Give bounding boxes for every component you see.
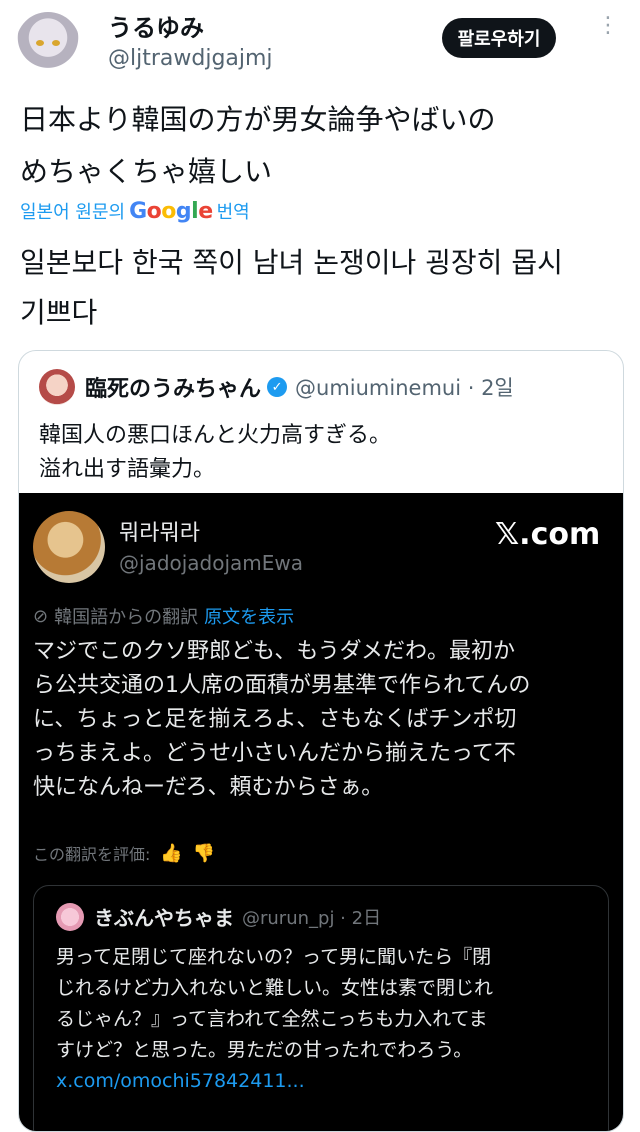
avatar-eye [36,40,44,46]
author-avatar[interactable] [16,12,80,76]
x-com-logo: 𝕏.com [495,517,601,552]
rate-translation: この翻訳を評価: 👍 👎 [33,841,215,865]
tweet-header: うるゆみ @ljtrawdjgajmj 팔로우하기 ⋮ [0,0,640,90]
embed-author-handle: @jadojadojamEwa [119,551,304,575]
translated-text: 일본보다 한국 쪽이 남녀 논쟁이나 굉장히 몹시 기쁘다 [20,238,620,338]
author-handle[interactable]: @ljtrawdjgajmj [108,46,273,71]
follow-button[interactable]: 팔로우하기 [442,18,556,58]
tweet-line: 日本より韓国の方が男女論争やばいの [20,103,496,136]
more-options-icon[interactable]: ⋮ [596,15,620,56]
embed-author-name[interactable]: 뭐라뭐라 [119,515,200,547]
embed-line: ら公共交通の1人席の面積が男基準で作られてんの [33,673,531,698]
embedded-post-card[interactable]: 뭐라뭐라 @jadojadojamEwa 𝕏.com ⊘ 韓国語からの翻訳 原文… [19,493,623,1131]
nested-line: 男って足閉じて座れないの？って男に聞いたら『閉 [56,946,492,968]
embed-line: に、ちょっと足を揃えろよ、さもなくばチンポ切 [33,707,517,732]
nested-post-text: 男って足閉じて座れないの？って男に聞いたら『閉 じれるけど力入れないと難しい。女… [56,942,592,1097]
embed-line: っちまえよ。どうせ小さいんだから揃えたって不 [33,741,516,766]
quoted-author-avatar[interactable] [39,369,75,405]
nested-quoted-post[interactable]: きぶんやちゃま @rurun_pj · 2日 男って足閉じて座れないの？って男に… [33,885,609,1131]
nested-post-header: きぶんやちゃま @rurun_pj · 2日 [56,902,381,931]
embed-post-text: マジでこのクソ野郎ども、もうダメだわ。最初か ら公共交通の1人席の面積が男基準で… [33,635,611,805]
quoted-author-meta: @umiuminemui · 2일 [295,376,514,400]
rate-label: この翻訳を評価: [33,845,151,864]
tweet-line: めちゃくちゃ嬉しい [20,155,273,188]
quoted-tweet-text: 韓国人の悪口ほんと火力高すぎる。 溢れ出す語彙力。 [39,419,599,487]
thumbs-up-icon[interactable]: 👍 [160,843,182,864]
embed-line: マジでこのクソ野郎ども、もうダメだわ。最初か [33,639,516,664]
translated-from-label: 韓国語からの翻訳 [54,607,199,628]
quoted-line: 溢れ出す語彙力。 [39,457,216,482]
translate-suffix: 번역 [216,202,250,223]
nested-line: すけど？と思った。男ただの甘ったれでわろう。 [56,1039,473,1061]
quoted-tweet[interactable]: 臨死のうみちゃん ✓ @umiuminemui · 2일 韓国人の悪口ほんと火力… [18,350,624,1132]
tweet-text: 日本より韓国の方が男女論争やばいの めちゃくちゃ嬉しい [20,94,620,198]
quoted-line: 韓国人の悪口ほんと火力高すぎる。 [39,423,392,448]
thumbs-down-icon[interactable]: 👎 [193,843,215,864]
nested-author-name[interactable]: きぶんやちゃま [94,902,234,931]
show-original-link[interactable]: 原文を表示 [204,603,294,629]
verified-badge-icon: ✓ [267,377,288,397]
nested-line: るじゃん？』って言われて全然こっちも力入れてま [56,1008,488,1030]
translated-line: 일본보다 한국 쪽이 남녀 논쟁이나 굉장히 몹시 [20,246,563,279]
nested-author-meta: @rurun_pj · 2日 [242,907,382,929]
avatar-eye [52,40,60,46]
embed-line: 快になんねーだろ、頼むからさぁ。 [33,775,384,800]
nested-post-link[interactable]: x.com/omochi57842411... [56,1066,592,1097]
google-translate-attribution[interactable]: 일본어 원문의 Google 번역 [20,198,250,224]
translated-line: 기쁘다 [20,296,98,329]
globe-icon: ⊘ [33,605,49,627]
nested-author-avatar[interactable] [56,902,84,931]
google-logo: Google [129,198,213,224]
author-name[interactable]: うるゆみ [108,8,204,43]
nested-line: じれるけど力入れないと難しい。女性は素で閉じれ [56,977,494,999]
translation-notice: ⊘ 韓国語からの翻訳 原文を表示 [33,603,294,629]
quoted-tweet-header: 臨死のうみちゃん ✓ @umiuminemui · 2일 [39,367,514,407]
embed-author-avatar[interactable] [33,511,105,583]
quoted-author-name[interactable]: 臨死のうみちゃん [85,371,261,403]
translate-prefix: 일본어 원문의 [20,202,126,223]
